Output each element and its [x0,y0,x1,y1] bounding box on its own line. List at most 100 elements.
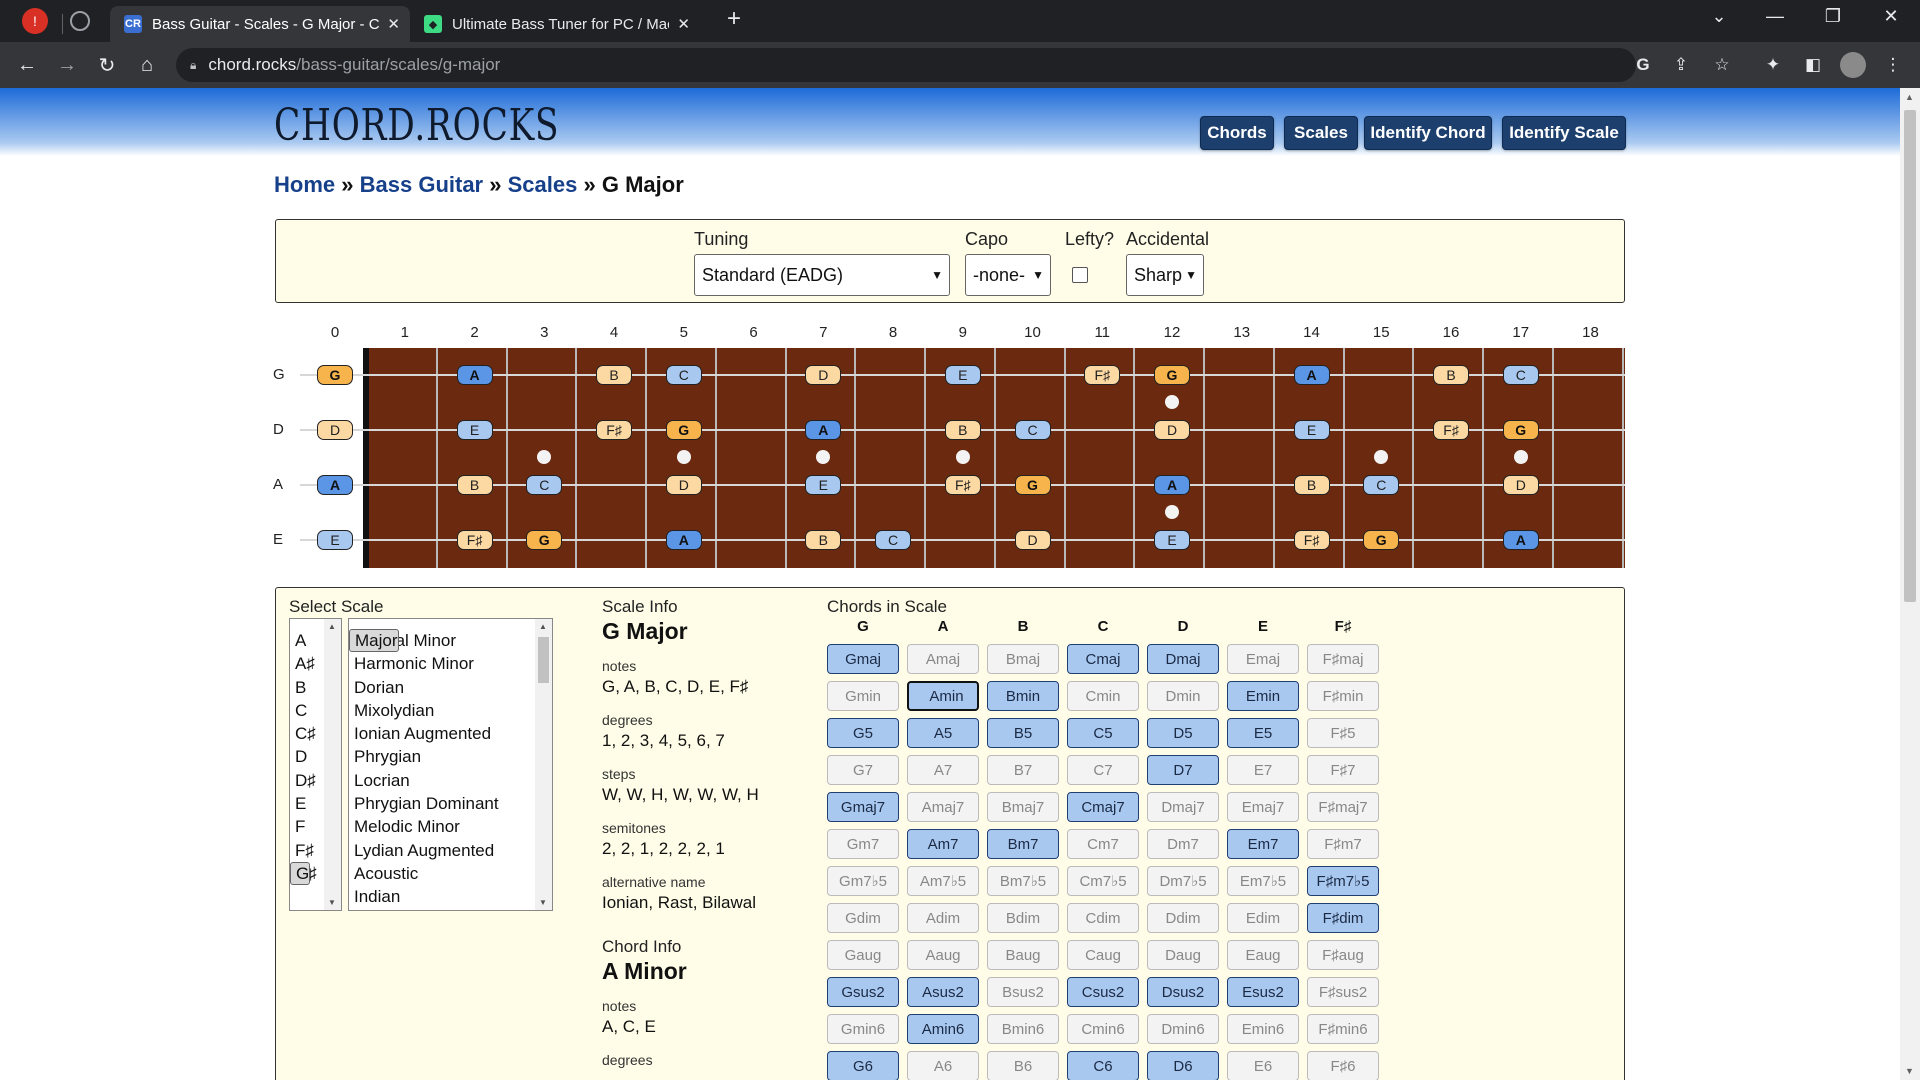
chord-chip[interactable]: F♯m7♭5 [1307,866,1379,896]
root-option[interactable]: G [290,861,311,886]
profile-avatar[interactable] [1840,52,1866,78]
scale-type-listbox[interactable]: Major Natural Minor Harmonic Minor Dorian Mi… [348,618,553,911]
fret-note-marker[interactable]: A [1154,475,1190,495]
chord-chip[interactable]: Cmin6 [1067,1014,1139,1044]
fret-note-marker[interactable]: F♯ [456,530,493,550]
chord-chip[interactable]: Cmin [1067,681,1139,711]
fret-note-marker[interactable]: A [317,475,353,495]
reload-icon[interactable]: ↻ [92,51,122,79]
fret-note-marker[interactable]: A [456,365,493,385]
chord-chip[interactable]: Bmin [987,681,1059,711]
fret-note-marker[interactable]: C [1014,420,1051,440]
tab-active[interactable]: CR Bass Guitar - Scales - G Major - C ✕ [110,6,410,42]
scrollbar[interactable]: ▲ ▼ [535,619,552,910]
fret-note-marker[interactable]: F♯ [1293,530,1330,550]
fret-note-marker[interactable]: F♯ [944,475,981,495]
chord-chip[interactable]: Eaug [1227,940,1299,970]
globe-icon[interactable] [70,11,90,31]
fret-note-marker[interactable]: A [665,530,702,550]
chord-chip[interactable]: F♯min [1307,681,1379,711]
chord-chip[interactable]: Ddim [1147,903,1219,933]
scroll-down-icon[interactable]: ▼ [539,898,547,907]
site-logo[interactable]: CHORD.ROCKS [274,100,559,151]
tab-search-chevron-icon[interactable]: ⌄ [1699,6,1739,27]
new-tab-icon[interactable]: + [714,5,754,33]
fret-note-marker[interactable]: F♯ [1084,365,1121,385]
chord-chip[interactable]: G6 [827,1051,899,1080]
scale-option[interactable]: Melodic Minor [349,815,552,838]
fret-note-marker[interactable]: D [1154,420,1190,440]
fret-note-marker[interactable]: C [1502,365,1539,385]
menu-kebab-icon[interactable]: ⋮ [1880,52,1906,78]
fret-note-marker[interactable]: C [526,475,563,495]
chord-chip[interactable]: Em7 [1227,829,1299,859]
nav-scales-button[interactable]: Scales [1284,116,1358,150]
fret-note-marker[interactable]: C [1363,475,1400,495]
fret-note-marker[interactable]: B [805,530,842,550]
extensions-icon[interactable]: ✦ [1760,52,1786,78]
chord-chip[interactable]: Emin6 [1227,1014,1299,1044]
chord-chip[interactable]: Amaj [907,644,979,674]
chord-chip[interactable]: Cmaj7 [1067,792,1139,822]
fret-note-marker[interactable]: A [1502,530,1539,550]
chord-chip[interactable]: Bmaj [987,644,1059,674]
fret-note-marker[interactable]: B [1433,365,1469,385]
chord-chip[interactable]: Gmaj [827,644,899,674]
chord-chip[interactable]: F♯maj7 [1307,792,1379,822]
fret-note-marker[interactable]: D [665,475,702,495]
scroll-down-icon[interactable]: ▼ [328,898,336,907]
chord-chip[interactable]: Dmaj7 [1147,792,1219,822]
scale-option[interactable]: Lydian Augmented [349,839,552,862]
chord-chip[interactable]: F♯6 [1307,1051,1379,1080]
chord-chip[interactable]: Dmaj [1147,644,1219,674]
scale-option[interactable]: Acoustic [349,862,552,885]
scroll-up-icon[interactable]: ▲ [328,622,336,631]
chord-chip[interactable]: Bmin6 [987,1014,1059,1044]
chord-chip[interactable]: C6 [1067,1051,1139,1080]
fret-note-marker[interactable]: B [596,365,632,385]
share-icon[interactable]: ⇪ [1668,52,1694,78]
chord-chip[interactable]: Esus2 [1227,977,1299,1007]
lefty-checkbox[interactable] [1072,267,1088,283]
chord-chip[interactable]: Cm7 [1067,829,1139,859]
chord-chip[interactable]: Amaj7 [907,792,979,822]
nav-identify-scale-button[interactable]: Identify Scale [1502,116,1626,150]
breadcrumb-home-link[interactable]: Home [274,172,335,197]
chord-chip[interactable]: Gaug [827,940,899,970]
scale-option[interactable]: Major [349,629,399,653]
restore-icon[interactable]: ❐ [1813,6,1853,27]
accidental-select[interactable]: Sharp ▼ [1126,254,1204,296]
fret-note-marker[interactable]: F♯ [596,420,632,440]
scale-option[interactable]: Indian [349,885,552,908]
chord-chip[interactable]: B7 [987,755,1059,785]
breadcrumb-bass-guitar-link[interactable]: Bass Guitar [360,172,484,197]
chord-chip[interactable]: Emaj [1227,644,1299,674]
scale-option[interactable]: Ionian Augmented [349,722,552,745]
chord-chip[interactable]: Gmin [827,681,899,711]
chord-chip[interactable]: Cmaj [1067,644,1139,674]
fret-note-marker[interactable]: B [1293,475,1330,495]
chord-chip[interactable]: Am7 [907,829,979,859]
scale-option[interactable]: Harmonic Minor [349,652,552,675]
root-note-listbox[interactable]: AA♯BCC♯DD♯EFF♯GG♯ ▲▼ [289,618,342,911]
chord-chip[interactable]: B5 [987,718,1059,748]
home-icon[interactable]: ⌂ [132,51,162,79]
bookmark-star-icon[interactable]: ☆ [1709,52,1735,78]
fret-note-marker[interactable]: E [1154,530,1190,550]
chord-chip[interactable]: F♯7 [1307,755,1379,785]
chord-chip[interactable]: Dmin [1147,681,1219,711]
close-tab-icon[interactable]: ✕ [677,15,690,33]
chord-chip[interactable]: Bm7♭5 [987,866,1059,896]
chord-chip[interactable]: Asus2 [907,977,979,1007]
fret-note-marker[interactable]: D [317,420,353,440]
fret-note-marker[interactable]: B [944,420,981,440]
chord-chip[interactable]: F♯aug [1307,940,1379,970]
chord-chip[interactable]: Amin [907,681,979,711]
fret-note-marker[interactable]: G [665,420,702,440]
chord-chip[interactable]: Adim [907,903,979,933]
chord-chip[interactable]: Bsus2 [987,977,1059,1007]
close-tab-icon[interactable]: ✕ [387,15,400,33]
alert-icon[interactable]: ! [22,8,48,34]
fret-note-marker[interactable]: G [1363,530,1400,550]
side-panel-icon[interactable]: ◧ [1800,52,1826,78]
